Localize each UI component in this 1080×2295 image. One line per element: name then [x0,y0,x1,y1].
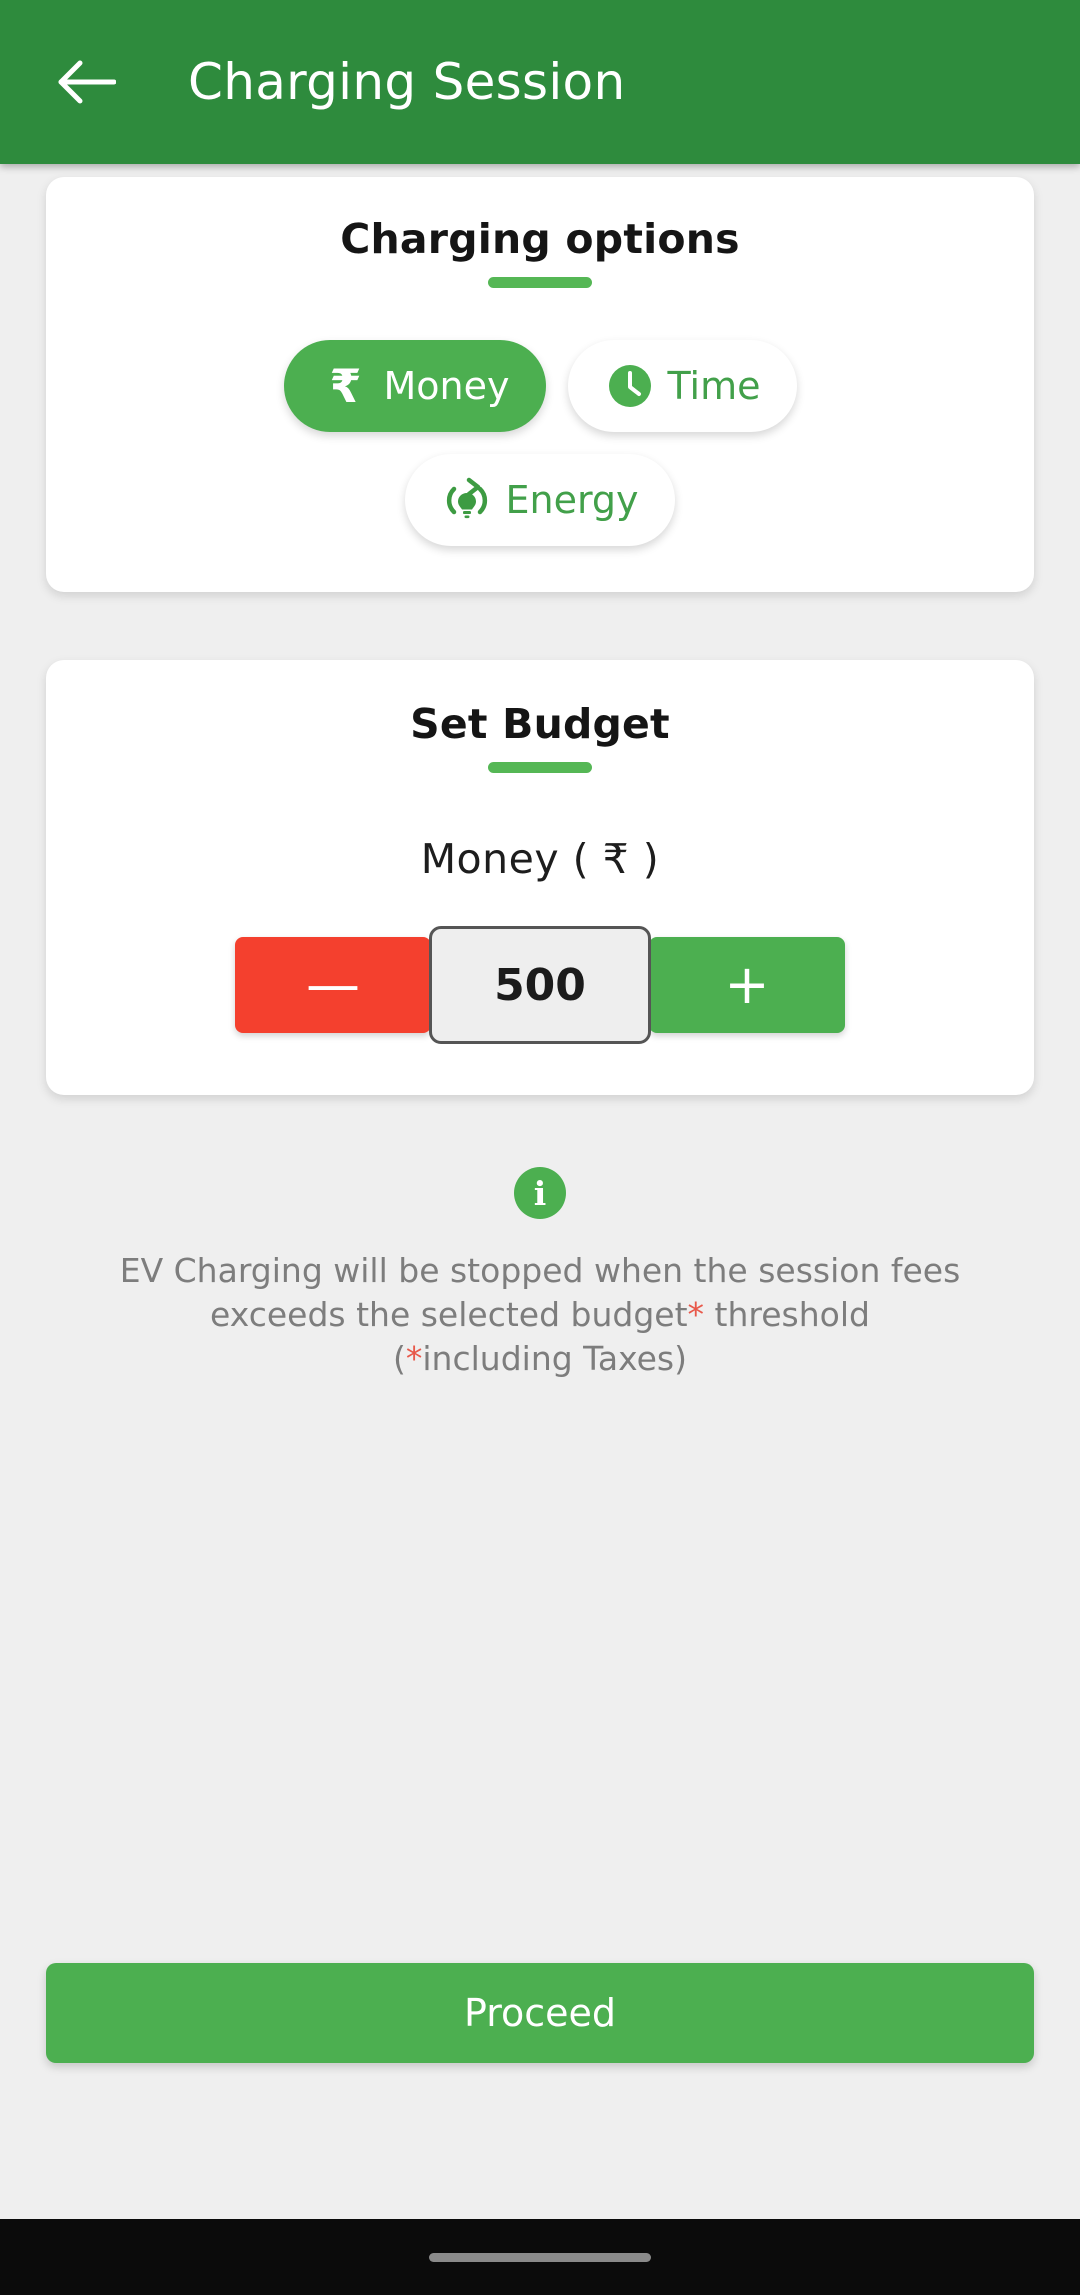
chip-row-primary: ₹ Money Time [72,340,1008,432]
budget-value-text: 500 [494,959,586,1011]
energy-bulb-icon [441,474,493,526]
budget-decrement-button[interactable]: — [235,937,431,1033]
disclaimer-line-1: EV Charging will be stopped when the ses… [119,1251,961,1290]
budget-info-block: i EV Charging will be stopped when the s… [46,1167,1034,1381]
info-circle-icon: i [514,1167,566,1219]
set-budget-title: Set Budget [410,700,670,748]
rupee-icon: ₹ [329,359,362,413]
budget-title-underline-accent [488,762,592,773]
budget-increment-button[interactable]: + [649,937,845,1033]
content-area: Charging options ₹ Money Time Energy Set… [0,164,1080,2219]
option-chip-money-label: Money [383,364,510,408]
disclaimer-line-3-tail: including Taxes) [422,1338,687,1378]
budget-value-input[interactable]: 500 [429,926,651,1044]
title-underline-accent [488,277,592,288]
option-chip-money[interactable]: ₹ Money [283,340,546,432]
disclaimer-asterisk-1: * [687,1294,705,1334]
charging-options-title: Charging options [340,215,740,263]
option-chip-energy-label: Energy [505,478,639,522]
back-button[interactable] [48,43,126,121]
charging-option-chips: ₹ Money Time Energy [72,340,1008,546]
system-navigation-bar [0,2219,1080,2295]
budget-stepper: — 500 + [72,919,1008,1051]
option-chip-energy[interactable]: Energy [405,454,675,546]
set-budget-card: Set Budget Money ( ₹ ) — 500 + [46,660,1034,1095]
disclaimer-line-3-open: ( [393,1338,406,1378]
option-chip-time-label: Time [667,364,761,408]
gesture-home-indicator[interactable] [429,2252,651,2262]
charging-options-card: Charging options ₹ Money Time Energy [46,177,1034,592]
budget-unit-label: Money ( ₹ ) [420,835,660,883]
option-chip-time[interactable]: Time [567,340,797,432]
plus-icon: + [724,953,770,1016]
proceed-button[interactable]: Proceed [46,1963,1034,2063]
budget-disclaimer-text: EV Charging will be stopped when the ses… [75,1249,1005,1381]
app-screen: Charging Session Charging options ₹ Mone… [0,0,1080,2295]
disclaimer-line-2-tail: threshold [704,1294,870,1334]
app-bar: Charging Session [0,0,1080,164]
page-title: Charging Session [188,53,626,111]
disclaimer-line-2-text: exceeds the selected budget [210,1294,688,1334]
disclaimer-asterisk-2: * [405,1338,423,1378]
minus-icon: — [306,953,360,1016]
chip-row-secondary: Energy [72,454,1008,546]
clock-icon [604,360,656,412]
arrow-left-icon [58,60,116,104]
proceed-button-container: Proceed [46,1963,1034,2219]
